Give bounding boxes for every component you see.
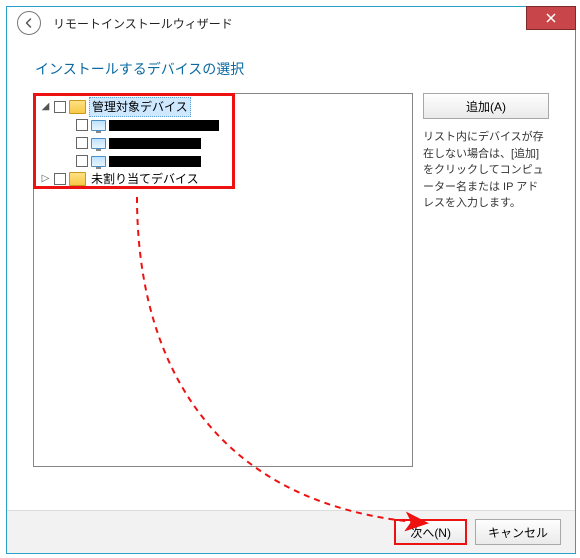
computer-icon — [91, 120, 106, 131]
close-button[interactable] — [526, 6, 576, 30]
device-tree-pane: ◢ 管理対象デバイス ▸ ▸ — [33, 93, 413, 467]
footer-bar: 次へ(N) キャンセル — [7, 510, 575, 553]
side-panel: 追加(A) リスト内にデバイスが存在しない場合は、[追加] をクリックしてコンピ… — [423, 93, 549, 467]
add-button[interactable]: 追加(A) — [423, 93, 549, 119]
cancel-button[interactable]: キャンセル — [475, 519, 561, 545]
wizard-window: リモートインストールウィザード インストールするデバイスの選択 ◢ 管理対象デバ… — [6, 6, 576, 554]
window-title: リモートインストールウィザード — [53, 15, 233, 32]
computer-icon — [91, 138, 106, 149]
next-button[interactable]: 次へ(N) — [394, 519, 467, 545]
back-button[interactable] — [17, 11, 41, 35]
computer-icon — [91, 156, 106, 167]
help-text: リスト内にデバイスが存在しない場合は、[追加] をクリックしてコンピューター名ま… — [423, 129, 549, 212]
page-heading: インストールするデバイスの選択 — [35, 59, 549, 79]
annotation-highlight-tree — [33, 93, 235, 189]
titlebar: リモートインストールウィザード — [7, 7, 575, 39]
content-area: インストールするデバイスの選択 ◢ 管理対象デバイス ▸ — [7, 39, 575, 467]
